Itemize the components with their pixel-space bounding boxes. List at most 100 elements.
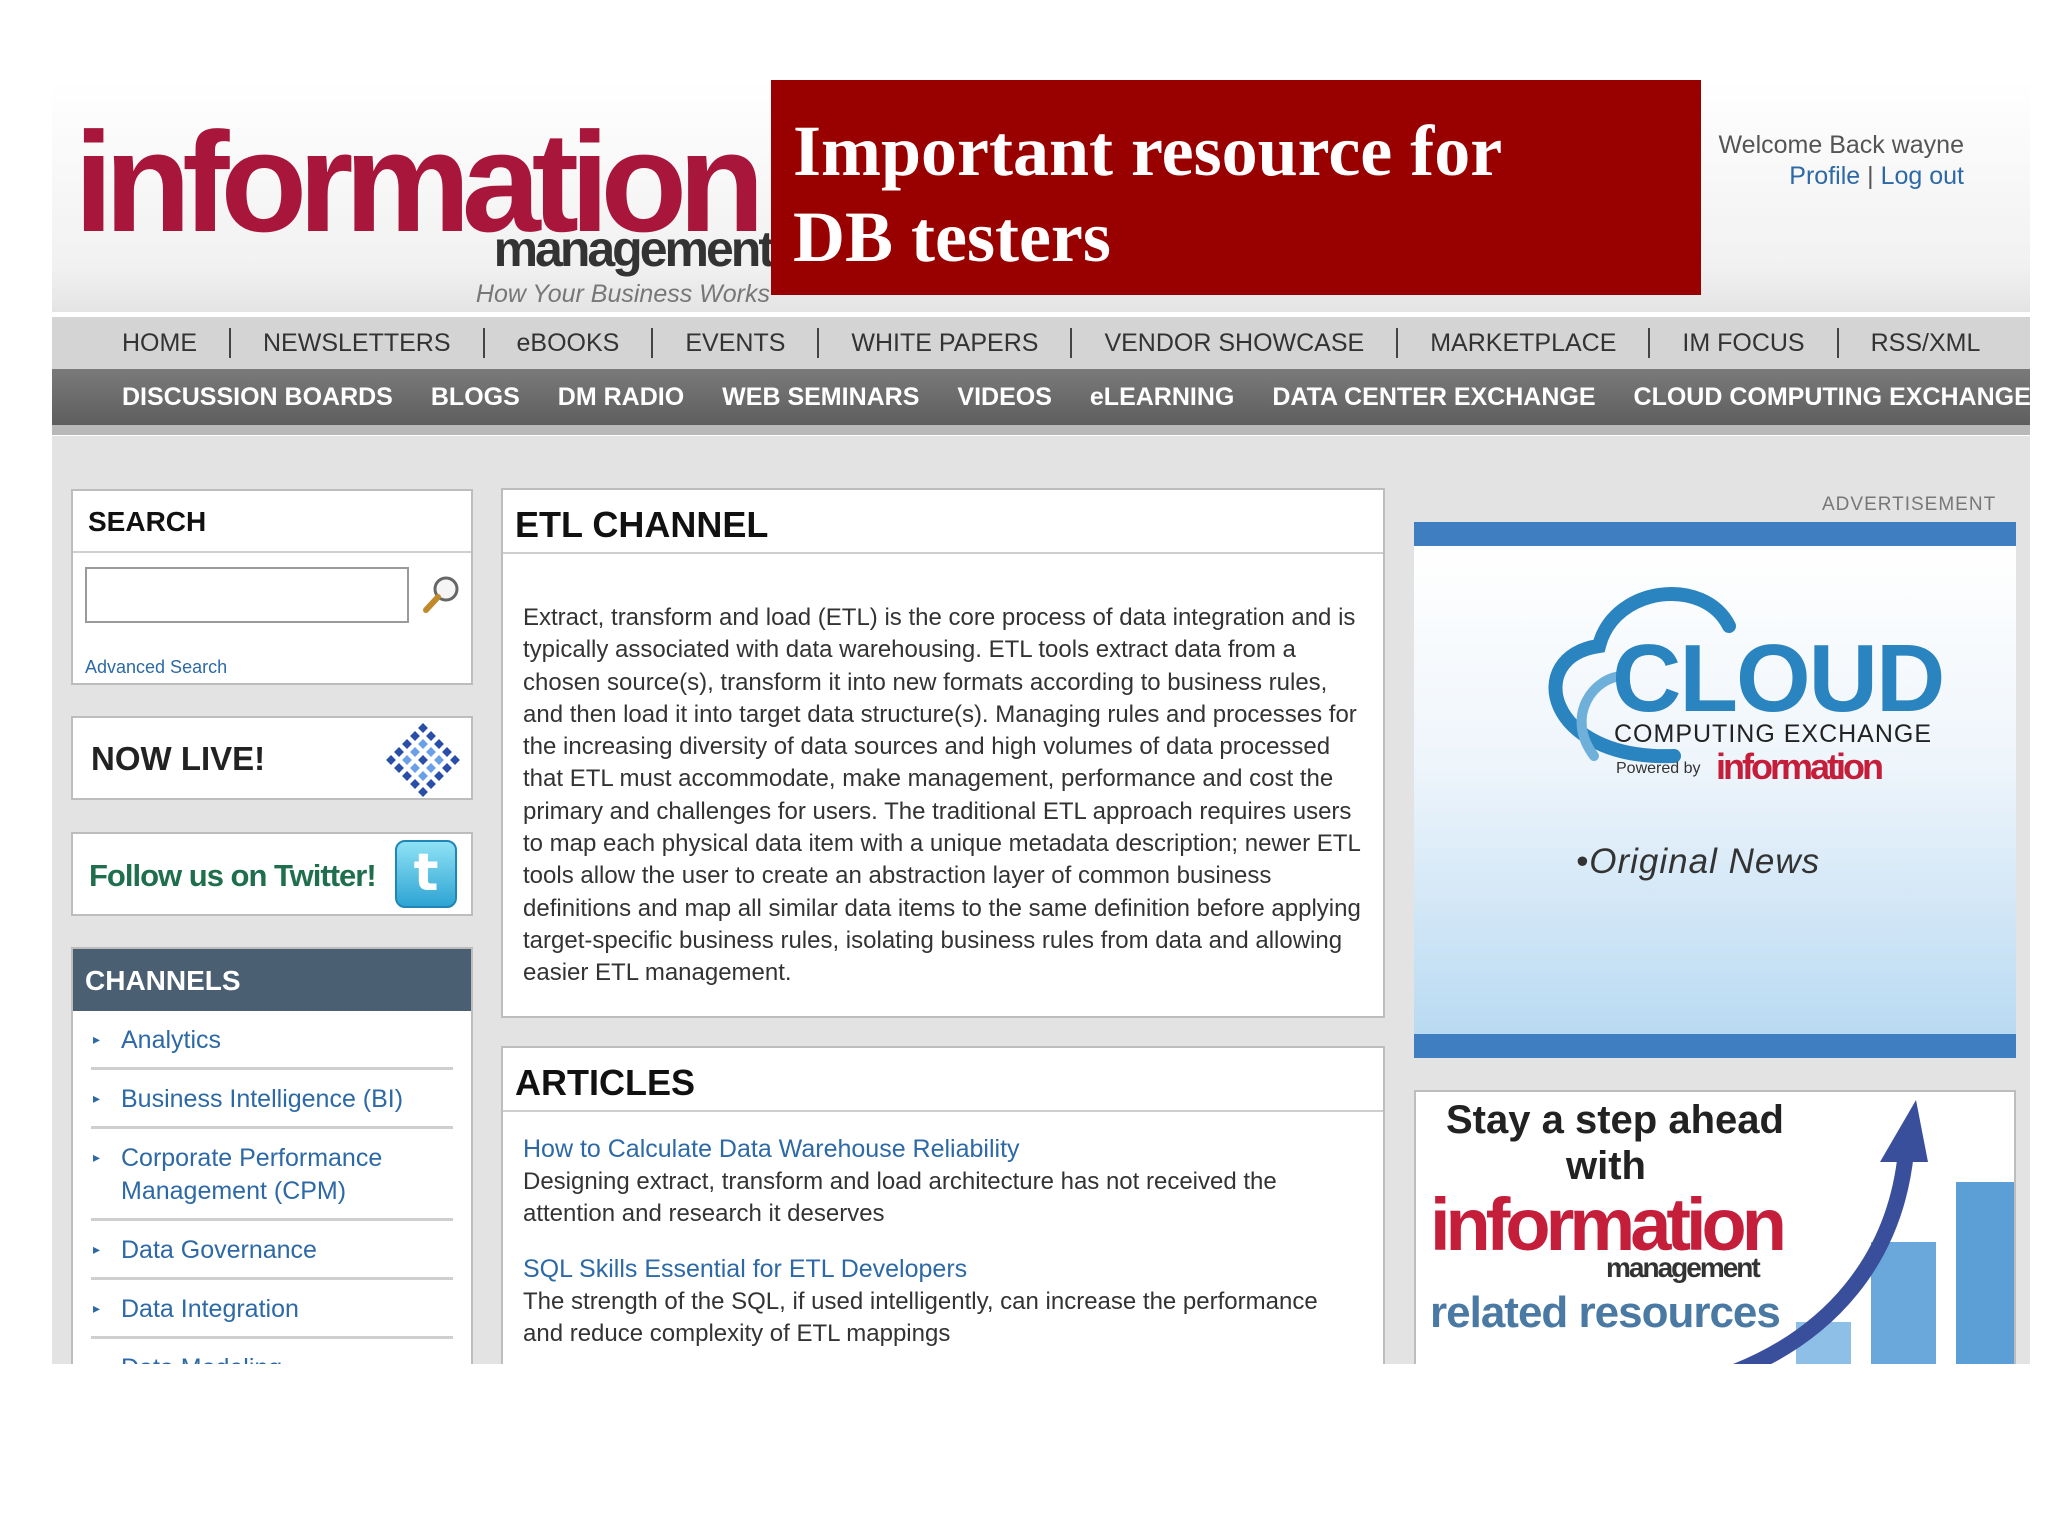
powered-by-text: Powered by bbox=[1616, 760, 1701, 777]
secondary-nav-item[interactable]: WEB SEMINARS bbox=[722, 383, 919, 412]
grid-dot bbox=[402, 771, 412, 781]
grid-dot bbox=[394, 763, 404, 773]
slide-banner: Important resource for DB testers bbox=[771, 80, 1701, 295]
secondary-nav-item[interactable]: BLOGS bbox=[431, 383, 520, 412]
grid-dot bbox=[434, 771, 444, 781]
grid-dot bbox=[450, 755, 460, 765]
nav-separator bbox=[651, 328, 654, 358]
article-item: SQL Skills Essential for ETL Developers … bbox=[503, 1230, 1383, 1350]
article-title-link[interactable]: How to Calculate Data Warehouse Reliabil… bbox=[523, 1132, 1363, 1166]
channels-list: ▸ Analytics ▸ Business Intelligence (BI) ▸ Co… bbox=[73, 1011, 471, 1364]
secondary-nav-item[interactable]: DM RADIO bbox=[558, 383, 684, 412]
primary-nav-item[interactable]: eBOOKS bbox=[517, 329, 620, 358]
site-header: information management How Your Business… bbox=[52, 80, 2030, 312]
grid-dot bbox=[418, 787, 428, 797]
original-news-text: •Original News bbox=[1576, 842, 1821, 881]
nav-separator bbox=[229, 328, 231, 358]
bullet-arrow-icon: ▸ bbox=[93, 1300, 101, 1316]
welcome-area: Welcome Back wayne Profile | Log out bbox=[1719, 130, 1964, 192]
grid-dot bbox=[426, 779, 436, 789]
article-description: The strength of the SQL, if used intelli… bbox=[523, 1288, 1318, 1347]
primary-nav-item[interactable]: WHITE PAPERS bbox=[851, 329, 1038, 358]
channels-title: CHANNELS bbox=[73, 949, 471, 1011]
nav-separator bbox=[1070, 328, 1073, 358]
related-resources-ad[interactable]: Stay a step ahead with information manag… bbox=[1414, 1090, 2016, 1364]
channel-item[interactable]: ▸ Corporate Performance Management (CPM) bbox=[91, 1129, 453, 1221]
ad-headline-1: Stay a step ahead bbox=[1446, 1098, 1784, 1142]
primary-nav-item[interactable]: HOME bbox=[122, 329, 197, 358]
nav-separator bbox=[1648, 328, 1651, 358]
secondary-nav-item[interactable]: CLOUD COMPUTING EXCHANGE bbox=[1634, 383, 2030, 412]
twitter-icon: t bbox=[395, 840, 457, 908]
channel-label: Business Intelligence (BI) bbox=[121, 1085, 404, 1113]
primary-nav-item[interactable]: EVENTS bbox=[685, 329, 785, 358]
channel-label: Corporate Performance Management (CPM) bbox=[121, 1144, 383, 1205]
diamond-grid-icon bbox=[386, 723, 460, 797]
cloud-computing-ad[interactable]: CLOUD COMPUTING EXCHANGE Powered by info… bbox=[1414, 522, 2016, 1058]
secondary-nav-item[interactable]: VIDEOS bbox=[957, 383, 1051, 412]
advanced-search-link[interactable]: Advanced Search bbox=[85, 657, 227, 678]
cloud-ad-logo: information bbox=[1716, 746, 1884, 787]
grid-dot bbox=[426, 763, 436, 773]
etl-channel-title: ETL CHANNEL bbox=[503, 490, 1383, 554]
grid-dot bbox=[418, 755, 428, 765]
primary-nav-item[interactable]: RSS/XML bbox=[1871, 329, 1981, 358]
banner-line-1: Important resource for bbox=[793, 111, 1503, 191]
grid-dot bbox=[418, 739, 428, 749]
website: information management How Your Business… bbox=[52, 80, 2030, 1364]
primary-nav-item[interactable]: VENDOR SHOWCASE bbox=[1104, 329, 1364, 358]
secondary-nav-item[interactable]: DISCUSSION BOARDS bbox=[122, 383, 393, 412]
article-title-link[interactable]: SQL Skills Essential for ETL Developers bbox=[523, 1252, 1363, 1286]
primary-nav-item[interactable]: NEWSLETTERS bbox=[263, 329, 451, 358]
grid-dot bbox=[418, 723, 428, 733]
search-box: SEARCH Advanced Search bbox=[71, 489, 473, 685]
profile-link[interactable]: Profile bbox=[1789, 162, 1860, 190]
grid-dot bbox=[434, 739, 444, 749]
site-logo[interactable]: information management How Your Business… bbox=[74, 112, 775, 312]
channel-label: Data Modeling bbox=[121, 1354, 282, 1364]
channel-item[interactable]: ▸ Data Governance bbox=[91, 1221, 453, 1280]
channel-item[interactable]: ▸ Data Integration bbox=[91, 1280, 453, 1339]
secondary-nav-item[interactable]: eLEARNING bbox=[1090, 383, 1234, 412]
grid-dot bbox=[386, 755, 396, 765]
grid-dot bbox=[410, 779, 420, 789]
channel-label: Data Integration bbox=[121, 1295, 299, 1323]
related-resources-text: related resources bbox=[1430, 1288, 1781, 1337]
twitter-label: Follow us on Twitter! bbox=[89, 858, 377, 893]
channel-item[interactable]: ▸ Data Modeling bbox=[91, 1339, 453, 1364]
primary-nav-item[interactable]: MARKETPLACE bbox=[1430, 329, 1616, 358]
secondary-nav-item[interactable]: DATA CENTER EXCHANGE bbox=[1272, 383, 1595, 412]
welcome-text: Welcome Back wayne bbox=[1718, 131, 1964, 159]
channels-box: CHANNELS ▸ Analytics ▸ Business Intelligenc… bbox=[71, 947, 473, 1364]
grid-dot bbox=[410, 763, 420, 773]
nav-separator bbox=[1836, 328, 1839, 358]
grid-dot bbox=[418, 771, 428, 781]
nav-separator bbox=[482, 328, 485, 358]
bullet-arrow-icon: ▸ bbox=[93, 1090, 101, 1106]
banner-line-2: DB testers bbox=[793, 197, 1111, 277]
search-icon[interactable] bbox=[421, 573, 463, 615]
channel-item[interactable]: ▸ Business Intelligence (BI) bbox=[91, 1070, 453, 1129]
link-separator: | bbox=[1867, 162, 1874, 190]
primary-nav-item[interactable]: IM FOCUS bbox=[1682, 329, 1804, 358]
channel-label: Data Governance bbox=[121, 1236, 317, 1264]
channel-label: Analytics bbox=[121, 1026, 222, 1054]
grid-dot bbox=[426, 731, 436, 741]
grid-dot bbox=[442, 747, 452, 757]
twitter-box[interactable]: Follow us on Twitter! t bbox=[71, 832, 473, 916]
grid-dot bbox=[394, 747, 404, 757]
articles-box: ARTICLES How to Calculate Data Warehouse… bbox=[501, 1046, 1385, 1364]
etl-channel-body: Extract, transform and load (ETL) is the… bbox=[523, 604, 1361, 987]
grid-dot bbox=[426, 747, 436, 757]
grid-dot bbox=[434, 755, 444, 765]
now-live-box[interactable]: NOW LIVE! bbox=[71, 716, 473, 800]
logout-link[interactable]: Log out bbox=[1881, 162, 1964, 190]
grid-dot bbox=[410, 747, 420, 757]
channel-item[interactable]: ▸ Analytics bbox=[91, 1011, 453, 1070]
bullet-arrow-icon: ▸ bbox=[93, 1031, 101, 1047]
ad-logo-main: information bbox=[1430, 1183, 1787, 1266]
article-description: Designing extract, transform and load ar… bbox=[523, 1168, 1277, 1227]
nav-separator bbox=[1396, 328, 1399, 358]
grid-dot bbox=[402, 755, 412, 765]
search-input[interactable] bbox=[85, 567, 409, 623]
